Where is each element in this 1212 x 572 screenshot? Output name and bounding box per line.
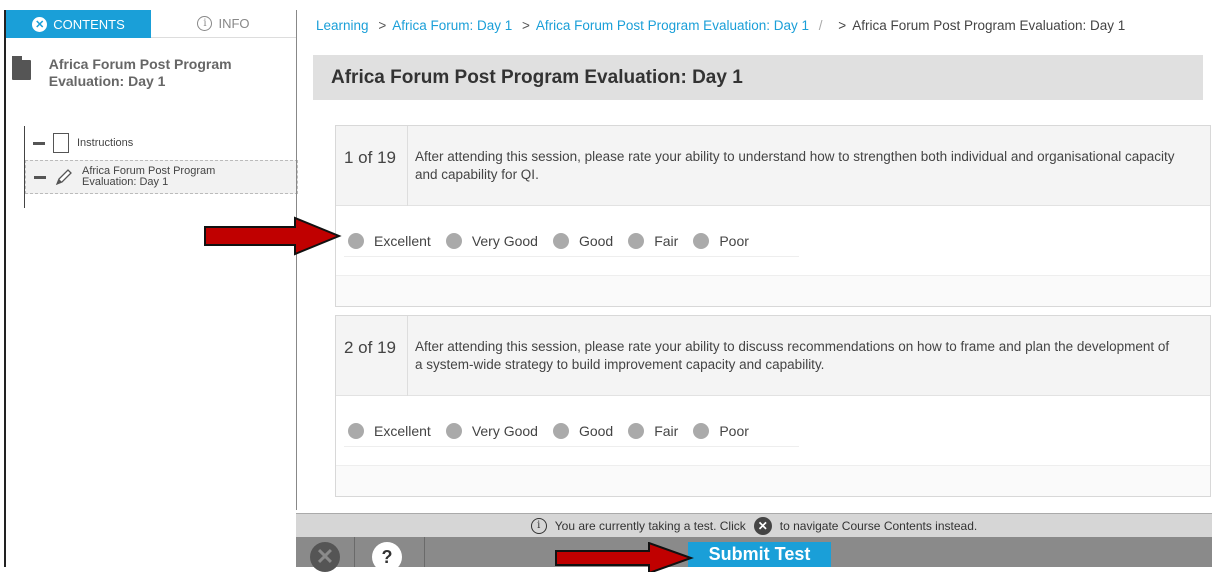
collapse-dash-icon xyxy=(33,141,45,145)
breadcrumb-separator: > xyxy=(378,18,387,33)
answer-options: Excellent Very Good Good Fair Poor xyxy=(336,206,1210,276)
document-icon xyxy=(53,133,69,153)
options-underline xyxy=(344,256,799,257)
answer-options: Excellent Very Good Good Fair Poor xyxy=(336,396,1210,466)
question-footer xyxy=(336,276,1210,306)
option-excellent[interactable]: Excellent xyxy=(348,231,431,251)
info-icon: i xyxy=(530,517,547,534)
option-poor[interactable]: Poor xyxy=(693,231,749,251)
question-number: 2 of 19 xyxy=(342,316,408,396)
help-button[interactable]: ? xyxy=(372,542,402,572)
option-label: Excellent xyxy=(374,232,431,249)
option-label: Fair xyxy=(654,422,679,439)
option-label: Fair xyxy=(654,232,679,249)
option-very-good[interactable]: Very Good xyxy=(445,231,538,251)
tab-contents[interactable]: ✕ CONTENTS xyxy=(6,10,151,38)
app-window: ✕ CONTENTS i INFO Africa Forum Post Prog… xyxy=(0,0,1212,572)
option-very-good[interactable]: Very Good xyxy=(445,421,538,441)
option-good[interactable]: Good xyxy=(552,421,614,441)
radio-button[interactable] xyxy=(552,232,569,249)
course-header: Africa Forum Post Program Evaluation: Da… xyxy=(6,38,296,100)
breadcrumb-learning[interactable]: Learning xyxy=(316,18,369,33)
tab-info-label: INFO xyxy=(218,16,250,31)
notice-suffix: to navigate Course Contents instead. xyxy=(779,518,978,533)
option-excellent[interactable]: Excellent xyxy=(348,421,431,441)
breadcrumb-separator: > xyxy=(838,18,847,33)
tab-info[interactable]: i INFO xyxy=(151,10,296,38)
course-title: Africa Forum Post Program Evaluation: Da… xyxy=(48,56,232,89)
notice-prefix: You are currently taking a test. Click xyxy=(554,518,746,533)
toolbar-divider xyxy=(354,537,355,567)
radio-button[interactable] xyxy=(693,422,710,439)
radio-button[interactable] xyxy=(552,422,569,439)
question-header: 2 of 19 After attending this session, pl… xyxy=(336,316,1210,396)
radio-button[interactable] xyxy=(445,422,462,439)
sidebar-tabs: ✕ CONTENTS i INFO xyxy=(6,10,296,38)
question-text: After attending this session, please rat… xyxy=(415,339,1170,372)
tab-contents-label: CONTENTS xyxy=(53,16,125,32)
bottom-toolbar: ✕ ? Submit Test xyxy=(296,537,1212,572)
toolbar-divider xyxy=(424,537,425,567)
page-title-bar: Africa Forum Post Program Evaluation: Da… xyxy=(313,55,1203,100)
breadcrumb-forum-day1[interactable]: Africa Forum: Day 1 xyxy=(392,18,512,33)
close-circle-icon: ✕ xyxy=(32,16,48,32)
breadcrumb-slash: / xyxy=(818,18,823,33)
option-label: Good xyxy=(578,422,614,439)
option-fair[interactable]: Fair xyxy=(628,231,678,251)
option-label: Very Good xyxy=(471,422,538,439)
question-header: 1 of 19 After attending this session, pl… xyxy=(336,126,1210,206)
tree-item-label: Instructions xyxy=(77,136,134,149)
option-fair[interactable]: Fair xyxy=(628,421,678,441)
question-card: 2 of 19 After attending this session, pl… xyxy=(335,315,1211,497)
page-title: Africa Forum Post Program Evaluation: Da… xyxy=(331,67,743,88)
annotation-arrow-icon xyxy=(204,216,342,256)
option-label: Good xyxy=(578,232,614,249)
breadcrumb-current: Africa Forum Post Program Evaluation: Da… xyxy=(852,18,1126,33)
info-icon: i xyxy=(197,16,213,31)
close-circle-icon[interactable]: ✕ xyxy=(753,516,772,535)
radio-button[interactable] xyxy=(693,232,710,249)
breadcrumb-evaluation[interactable]: Africa Forum Post Program Evaluation: Da… xyxy=(536,18,809,33)
option-label: Very Good xyxy=(471,232,538,249)
question-card: 1 of 19 After attending this session, pl… xyxy=(335,125,1211,307)
question-footer xyxy=(336,466,1210,496)
radio-button[interactable] xyxy=(628,422,645,439)
test-notice-bar: i You are currently taking a test. Click… xyxy=(296,513,1212,537)
course-tree: Instructions Africa Forum Post Program E… xyxy=(24,126,298,208)
submit-test-button[interactable]: Submit Test xyxy=(688,542,831,567)
option-poor[interactable]: Poor xyxy=(693,421,749,441)
question-text: After attending this session, please rat… xyxy=(415,149,1175,182)
sidebar: ✕ CONTENTS i INFO Africa Forum Post Prog… xyxy=(4,10,298,567)
radio-button[interactable] xyxy=(348,232,364,249)
sidebar-divider xyxy=(296,10,297,510)
tree-item-evaluation[interactable]: Africa Forum Post Program Evaluation: Da… xyxy=(25,160,298,194)
radio-button[interactable] xyxy=(445,232,462,249)
annotation-arrow-icon xyxy=(555,542,694,572)
option-label: Excellent xyxy=(374,422,431,439)
close-test-button[interactable]: ✕ xyxy=(310,542,340,572)
tree-item-instructions[interactable]: Instructions xyxy=(25,126,298,160)
question-number: 1 of 19 xyxy=(342,126,408,206)
radio-button[interactable] xyxy=(348,422,364,439)
tree-item-label: Africa Forum Post Program Evaluation: Da… xyxy=(82,165,216,188)
folder-icon xyxy=(12,56,31,80)
option-label: Poor xyxy=(719,232,749,249)
option-label: Poor xyxy=(719,422,749,439)
breadcrumb-separator: > xyxy=(522,18,530,33)
radio-button[interactable] xyxy=(628,232,645,249)
breadcrumb: Learning > Africa Forum: Day 1 > Africa Fo… xyxy=(316,18,1125,33)
pencil-icon xyxy=(55,169,72,186)
option-good[interactable]: Good xyxy=(552,231,614,251)
options-underline xyxy=(344,446,799,447)
collapse-dash-icon xyxy=(34,175,46,179)
